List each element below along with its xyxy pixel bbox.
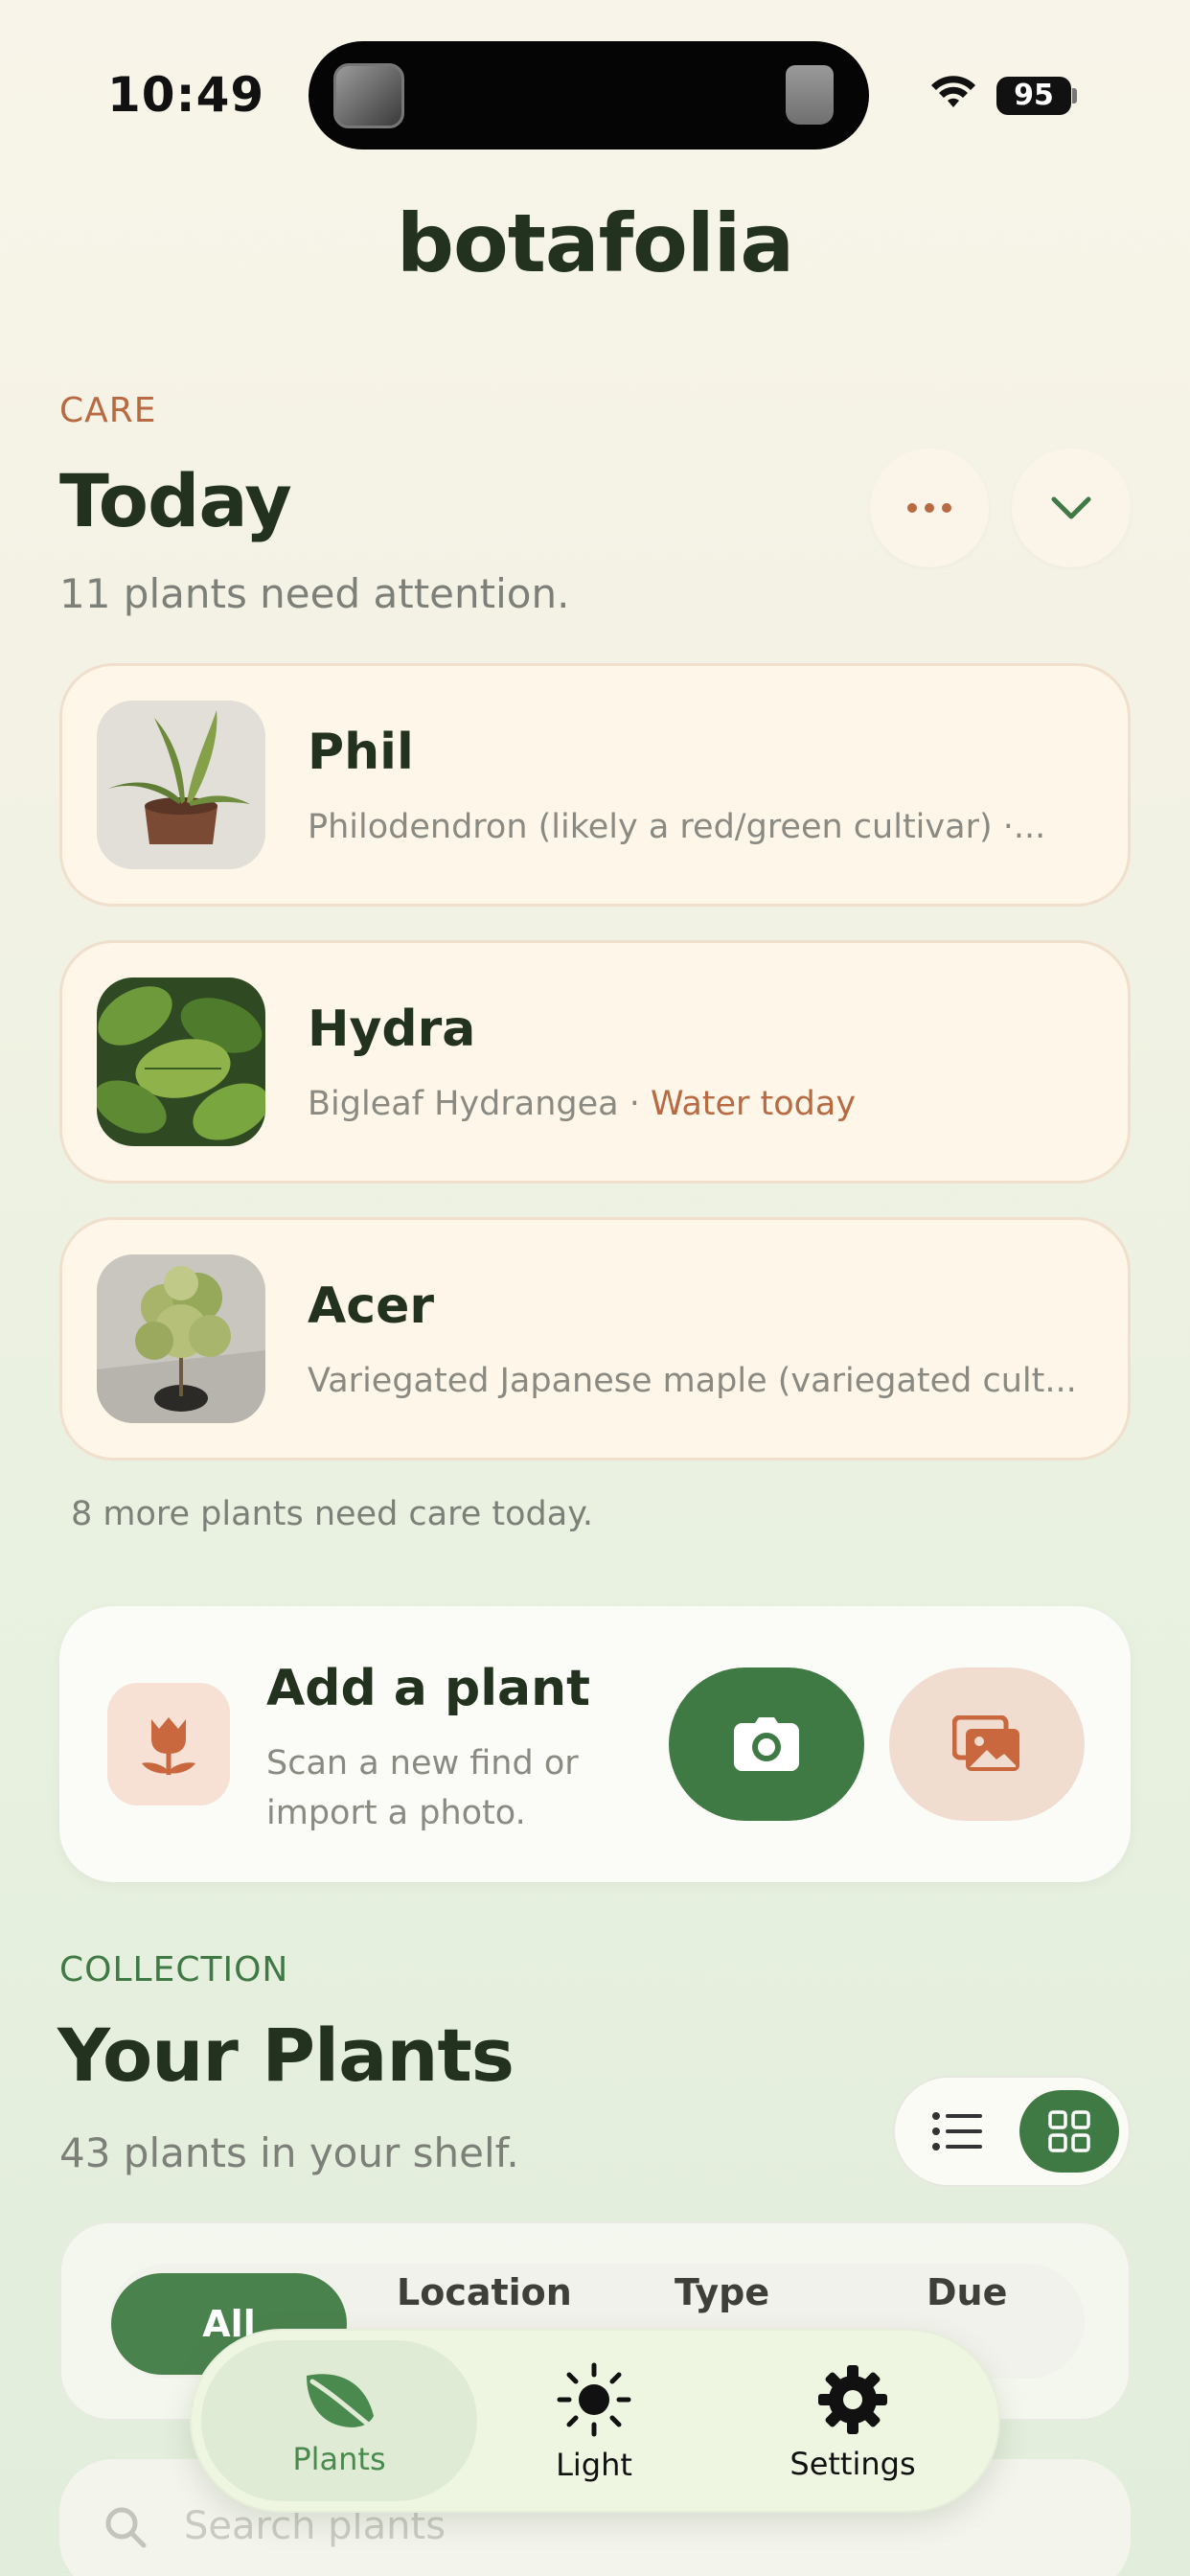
now-playing-thumbnail xyxy=(333,63,404,128)
plant-card-acer[interactable]: Acer Variegated Japanese maple (variegat… xyxy=(59,1217,1131,1460)
chevron-down-icon xyxy=(1051,496,1091,519)
ellipsis-icon xyxy=(907,503,951,513)
gear-icon xyxy=(818,2365,887,2434)
plant-name: Hydra xyxy=(308,1000,476,1058)
collection-eyebrow: COLLECTION xyxy=(59,1950,289,1990)
plant-description: Bigleaf Hydrangea · Water today xyxy=(308,1085,857,1123)
tab-settings[interactable]: Settings xyxy=(762,2331,944,2515)
view-mode-toggle xyxy=(893,2076,1131,2187)
care-due-label: Water today xyxy=(650,1085,857,1123)
list-view-button[interactable] xyxy=(910,2090,1004,2173)
filter-tab-type[interactable]: Type xyxy=(675,2271,769,2313)
plant-photo xyxy=(97,978,265,1146)
more-options-button[interactable] xyxy=(870,448,989,567)
more-plants-note: 8 more plants need care today. xyxy=(71,1495,594,1533)
tab-light[interactable]: Light xyxy=(527,2331,661,2515)
camera-icon xyxy=(734,1717,799,1771)
search-icon xyxy=(103,2505,148,2553)
your-plants-subtitle: 43 plants in your shelf. xyxy=(59,2129,519,2176)
sun-icon xyxy=(557,2362,631,2437)
filter-tab-due[interactable]: Due xyxy=(927,2271,1007,2313)
tab-label: Plants xyxy=(292,2441,386,2477)
battery-indicator: 95 xyxy=(996,77,1071,115)
camera-button[interactable] xyxy=(669,1668,864,1821)
leaf-icon xyxy=(307,2374,375,2430)
add-plant-card: Add a plant Scan a new find or import a … xyxy=(59,1606,1131,1882)
add-plant-subtitle: Scan a new find or import a photo. xyxy=(266,1744,579,1832)
bottom-tab-bar: Plants Light Settings xyxy=(190,2329,1000,2513)
today-subtitle: 11 plants need attention. xyxy=(59,570,570,617)
grid-view-button[interactable] xyxy=(1019,2090,1119,2173)
collapse-button[interactable] xyxy=(1012,448,1131,567)
plant-description: Philodendron (likely a red/green cultiva… xyxy=(308,808,1046,846)
plant-description: Variegated Japanese maple (variegated cu… xyxy=(308,1362,1077,1400)
import-photo-button[interactable] xyxy=(889,1668,1085,1821)
tab-plants[interactable]: Plants xyxy=(201,2331,477,2515)
photo-gallery-icon xyxy=(952,1715,1019,1771)
status-time: 10:49 xyxy=(107,67,265,123)
your-plants-title: Your Plants xyxy=(57,2012,515,2098)
filter-tab-location[interactable]: Location xyxy=(397,2271,572,2313)
homepod-icon xyxy=(786,65,834,125)
tab-label: Light xyxy=(556,2447,632,2483)
plant-photo xyxy=(97,1254,265,1423)
battery-nub xyxy=(1072,88,1077,104)
plant-photo xyxy=(97,701,265,869)
plant-card-hydra[interactable]: Hydra Bigleaf Hydrangea · Water today xyxy=(59,940,1131,1184)
app-title: botafolia xyxy=(396,196,794,290)
list-icon xyxy=(932,2112,982,2150)
plant-name: Phil xyxy=(308,724,414,781)
tab-label: Settings xyxy=(790,2446,916,2482)
tulip-icon xyxy=(107,1683,230,1806)
plant-card-phil[interactable]: Phil Philodendron (likely a red/green cu… xyxy=(59,663,1131,907)
wifi-icon xyxy=(929,73,977,115)
grid-icon xyxy=(1048,2110,1090,2152)
today-title: Today xyxy=(59,458,292,543)
plant-name: Acer xyxy=(308,1277,434,1335)
add-plant-title: Add a plant xyxy=(266,1660,590,1717)
care-eyebrow: CARE xyxy=(59,391,157,430)
